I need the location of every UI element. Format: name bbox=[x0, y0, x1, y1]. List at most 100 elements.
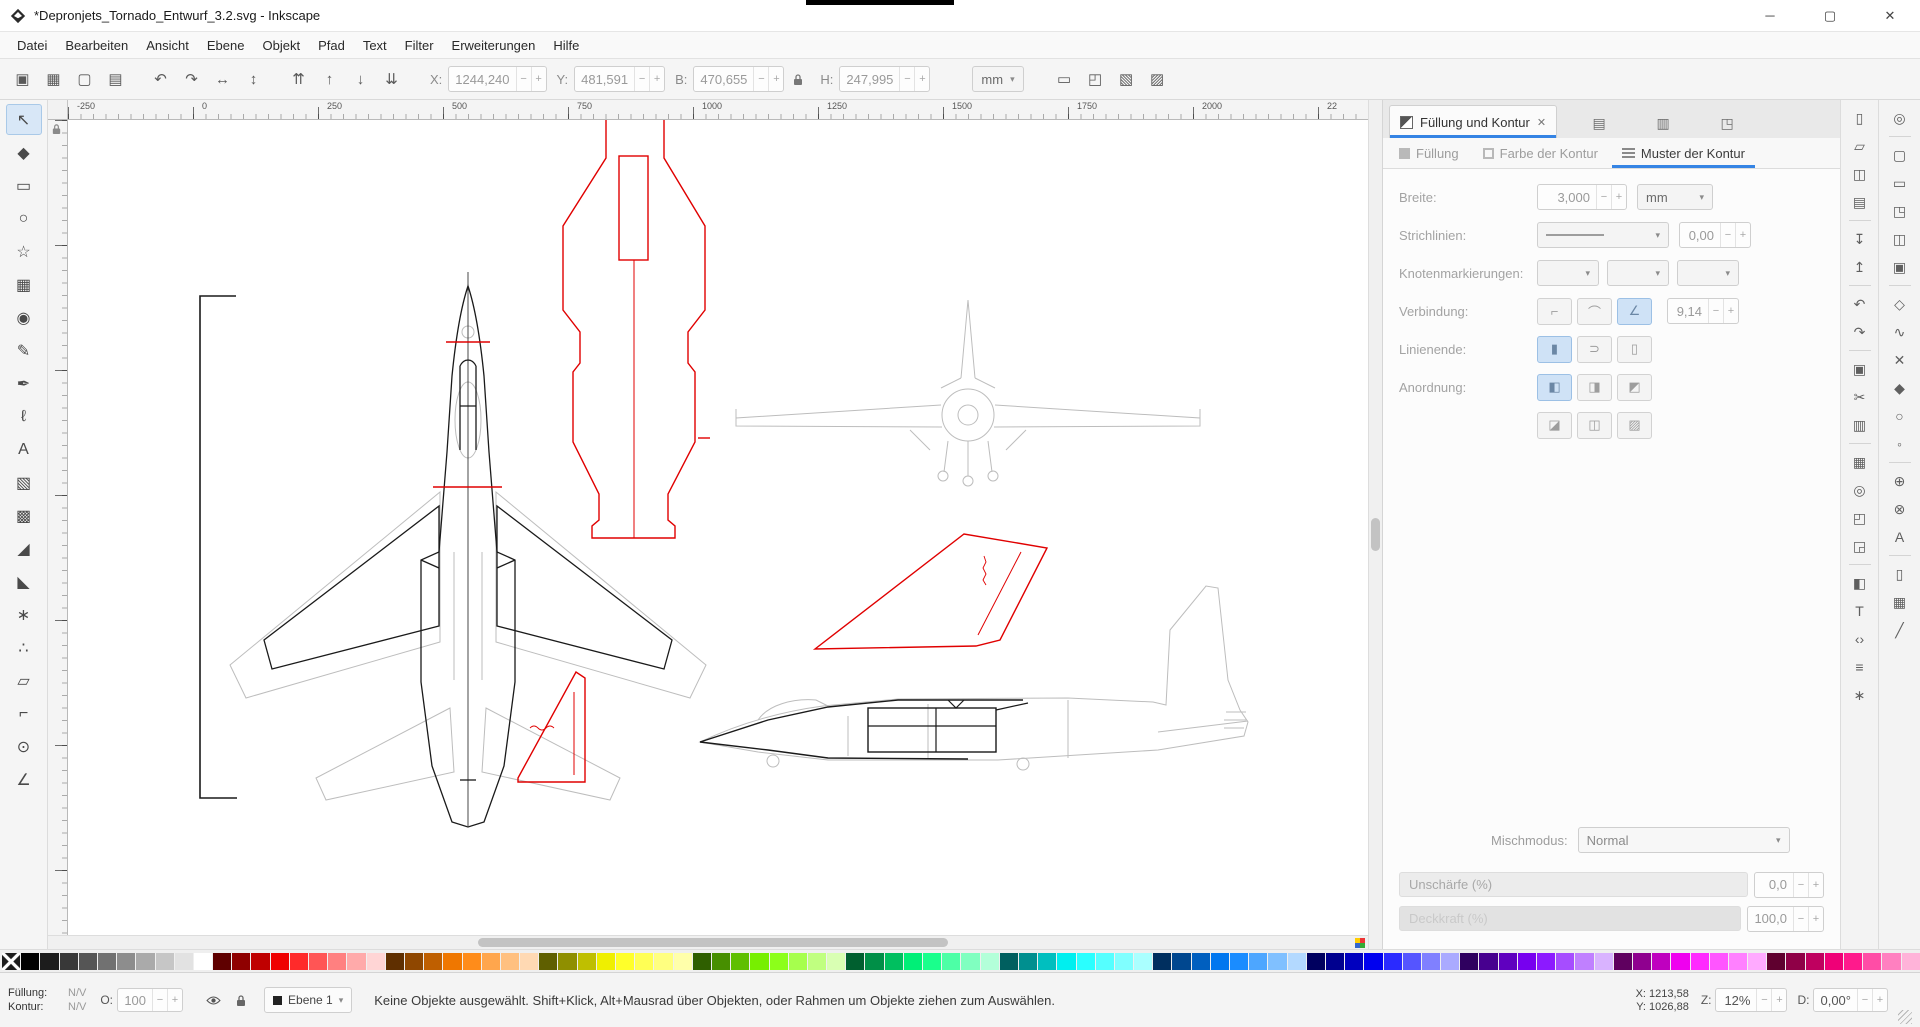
end-marker-dropdown[interactable]: ▾ bbox=[1677, 260, 1739, 286]
menu-objekt[interactable]: Objekt bbox=[253, 38, 309, 53]
snap-bbox-centers-icon[interactable]: ▣ bbox=[1886, 254, 1914, 280]
select-tool[interactable]: ↖ bbox=[6, 104, 42, 135]
color-swatch[interactable] bbox=[1806, 953, 1824, 970]
select-all-icon[interactable]: ▣ bbox=[8, 65, 37, 93]
color-swatch[interactable] bbox=[1172, 953, 1190, 970]
tab-muster-der-kontur[interactable]: Muster der Kontur bbox=[1612, 138, 1755, 168]
export-tab-icon[interactable]: ◳ bbox=[1705, 108, 1749, 138]
raise-to-top-icon[interactable]: ⇈ bbox=[284, 65, 313, 93]
color-swatch[interactable] bbox=[251, 953, 269, 970]
color-swatch[interactable] bbox=[1633, 953, 1651, 970]
color-swatch[interactable] bbox=[1364, 953, 1382, 970]
color-swatch[interactable] bbox=[271, 953, 289, 970]
cut-icon[interactable]: ✂ bbox=[1846, 384, 1874, 410]
lower-icon[interactable]: ↓ bbox=[346, 65, 375, 93]
markers-order-icon-5[interactable]: ◫ bbox=[1577, 412, 1612, 439]
horizontal-scrollbar[interactable] bbox=[48, 936, 1352, 949]
snap-bbox-icon[interactable]: ▢ bbox=[1886, 142, 1914, 168]
color-swatch[interactable] bbox=[60, 953, 78, 970]
color-swatch[interactable] bbox=[328, 953, 346, 970]
flip-vertical-icon[interactable]: ↕ bbox=[239, 65, 268, 93]
color-swatch[interactable] bbox=[865, 953, 883, 970]
markers-order-icon-6[interactable]: ▨ bbox=[1617, 412, 1652, 439]
blur-increment-button[interactable]: + bbox=[1808, 873, 1823, 897]
rotation-field[interactable]: 0,00° − + bbox=[1813, 988, 1888, 1012]
color-swatch[interactable] bbox=[635, 953, 653, 970]
fill-stroke-dialog-icon[interactable]: ◧ bbox=[1846, 570, 1874, 596]
document-save-icon[interactable]: ◫ bbox=[1846, 161, 1874, 187]
minimize-button[interactable]: ─ bbox=[1740, 0, 1800, 32]
width-decrement-button[interactable]: − bbox=[753, 67, 768, 91]
color-swatch[interactable] bbox=[654, 953, 672, 970]
square-cap-icon[interactable]: ▯ bbox=[1617, 336, 1652, 363]
current-layer-selector[interactable]: Ebene 1 ▾ bbox=[264, 987, 352, 1013]
horizontal-scrollbar-thumb[interactable] bbox=[478, 938, 947, 947]
paste-icon[interactable]: ▥ bbox=[1846, 412, 1874, 438]
color-swatch[interactable] bbox=[194, 953, 212, 970]
select-all-layers-icon[interactable]: ▦ bbox=[39, 65, 68, 93]
color-swatch[interactable] bbox=[1825, 953, 1843, 970]
redo-icon[interactable]: ↷ bbox=[1846, 319, 1874, 345]
snap-line-midpoints-icon[interactable]: ◦ bbox=[1886, 431, 1914, 457]
start-marker-dropdown[interactable]: ▾ bbox=[1537, 260, 1599, 286]
color-swatch[interactable] bbox=[846, 953, 864, 970]
color-swatch[interactable] bbox=[1863, 953, 1881, 970]
color-swatch[interactable] bbox=[1710, 953, 1728, 970]
vertical-scrollbar-thumb[interactable] bbox=[1371, 518, 1380, 551]
color-swatch[interactable] bbox=[1767, 953, 1785, 970]
rotation-decrement-button[interactable]: − bbox=[1857, 989, 1872, 1011]
color-swatch[interactable] bbox=[770, 953, 788, 970]
color-swatch[interactable] bbox=[347, 953, 365, 970]
zoom-field[interactable]: 12% − + bbox=[1715, 988, 1787, 1012]
color-swatch[interactable] bbox=[1595, 953, 1613, 970]
color-swatch[interactable] bbox=[117, 953, 135, 970]
document-properties-tab-icon[interactable]: ▤ bbox=[1577, 108, 1621, 138]
scale-stroke-toggle-icon[interactable]: ▭ bbox=[1050, 65, 1079, 93]
menu-datei[interactable]: Datei bbox=[8, 38, 56, 53]
opacity-increment-button[interactable]: + bbox=[1808, 907, 1823, 931]
snap-rotation-centers-icon[interactable]: ⊗ bbox=[1886, 496, 1914, 522]
miter-limit-field[interactable]: 9,14 − + bbox=[1667, 298, 1739, 324]
align-dialog-icon[interactable]: ≡ bbox=[1846, 654, 1874, 680]
bevel-join-icon[interactable]: ∠ bbox=[1617, 298, 1652, 325]
color-swatch[interactable] bbox=[386, 953, 404, 970]
color-swatch[interactable] bbox=[1307, 953, 1325, 970]
color-swatch[interactable] bbox=[501, 953, 519, 970]
raise-icon[interactable]: ↑ bbox=[315, 65, 344, 93]
y-decrement-button[interactable]: − bbox=[634, 67, 649, 91]
color-swatch[interactable] bbox=[1614, 953, 1632, 970]
color-swatch[interactable] bbox=[482, 953, 500, 970]
color-swatch[interactable] bbox=[1288, 953, 1306, 970]
object-opacity-increment-button[interactable]: + bbox=[167, 989, 182, 1011]
color-swatch[interactable] bbox=[1249, 953, 1267, 970]
tab-fuellung[interactable]: Füllung bbox=[1389, 138, 1469, 168]
color-swatch[interactable] bbox=[1691, 953, 1709, 970]
snap-object-centers-icon[interactable]: ⊕ bbox=[1886, 468, 1914, 494]
color-swatch[interactable] bbox=[1556, 953, 1574, 970]
color-swatch[interactable] bbox=[1000, 953, 1018, 970]
snap-cusp-nodes-icon[interactable]: ◆ bbox=[1886, 375, 1914, 401]
color-swatch[interactable] bbox=[942, 953, 960, 970]
snap-bbox-edge-midpoints-icon[interactable]: ◫ bbox=[1886, 226, 1914, 252]
snap-enable-icon[interactable]: ◎ bbox=[1886, 105, 1914, 131]
color-swatch[interactable] bbox=[731, 953, 749, 970]
snap-smooth-nodes-icon[interactable]: ○ bbox=[1886, 403, 1914, 429]
rotate-ccw-icon[interactable]: ↶ bbox=[146, 65, 175, 93]
color-swatch[interactable] bbox=[1192, 953, 1210, 970]
color-swatch[interactable] bbox=[981, 953, 999, 970]
color-swatch[interactable] bbox=[1326, 953, 1344, 970]
blur-value-field[interactable]: 0,0 − + bbox=[1754, 872, 1824, 898]
import-icon[interactable]: ↧ bbox=[1846, 226, 1874, 252]
snap-text-baseline-icon[interactable]: A bbox=[1886, 524, 1914, 550]
color-swatch[interactable] bbox=[1671, 953, 1689, 970]
color-swatch[interactable] bbox=[693, 953, 711, 970]
color-swatch[interactable] bbox=[156, 953, 174, 970]
color-swatch[interactable] bbox=[1153, 953, 1171, 970]
snap-guides-icon[interactable]: ╱ bbox=[1886, 617, 1914, 643]
pencil-tool[interactable]: ✎ bbox=[6, 335, 42, 366]
x-field[interactable]: 1244,240 − + bbox=[448, 66, 546, 92]
layer-lock-icon[interactable] bbox=[235, 994, 247, 1007]
group-icon[interactable]: ◰ bbox=[1846, 505, 1874, 531]
stroke-width-unit-dropdown[interactable]: mm ▾ bbox=[1637, 184, 1713, 210]
color-swatch[interactable] bbox=[1038, 953, 1056, 970]
